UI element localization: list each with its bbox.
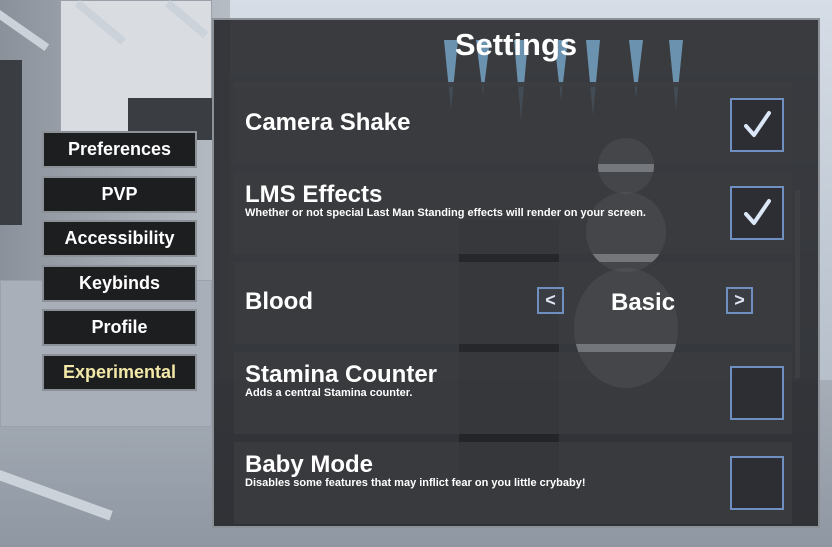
setting-row-lms-effects: LMS Effects Whether or not special Last … (234, 172, 792, 254)
player-avatar (459, 220, 559, 480)
panel-scrollbar[interactable] (795, 190, 800, 378)
tab-preferences[interactable]: Preferences (42, 131, 197, 168)
setting-description: Whether or not special Last Man Standing… (245, 207, 646, 219)
settings-panel: Settings Camera Shake LMS Effects Whethe… (212, 18, 820, 528)
tab-accessibility[interactable]: Accessibility (42, 220, 197, 257)
chevron-right-icon: > (734, 290, 745, 310)
page-title: Settings (454, 27, 578, 62)
scene-block (0, 60, 22, 225)
setting-label: Baby Mode (245, 451, 374, 478)
setting-description: Adds a central Stamina counter. (245, 387, 413, 399)
setting-label: Blood (245, 288, 313, 315)
camera-shake-checkbox[interactable] (730, 98, 784, 152)
setting-row-stamina-counter: Stamina Counter Adds a central Stamina c… (234, 352, 792, 434)
checkmark-icon (744, 111, 771, 137)
setting-row-camera-shake: Camera Shake (234, 82, 792, 164)
checkmark-icon (744, 199, 771, 225)
setting-label: Camera Shake (245, 109, 411, 136)
setting-row-blood: Blood < Basic > (234, 262, 792, 344)
setting-row-baby-mode: Baby Mode Disables some features that ma… (234, 442, 792, 524)
tab-profile[interactable]: Profile (42, 309, 197, 346)
tab-keybinds[interactable]: Keybinds (42, 264, 197, 302)
baby-mode-checkbox[interactable] (730, 456, 784, 510)
settings-sidebar: Preferences PVP Accessibility Keybinds P… (42, 131, 197, 398)
setting-label: LMS Effects (245, 181, 383, 208)
lms-effects-checkbox[interactable] (730, 186, 784, 240)
tab-experimental[interactable]: Experimental (42, 353, 197, 391)
setting-label: Stamina Counter (245, 361, 438, 388)
blood-prev-button[interactable]: < (537, 287, 564, 314)
blood-value: Basic (611, 289, 676, 316)
blood-next-button[interactable]: > (726, 287, 753, 314)
tab-pvp[interactable]: PVP (42, 175, 197, 213)
stamina-counter-checkbox[interactable] (730, 366, 784, 420)
setting-description: Disables some features that may inflict … (245, 477, 586, 489)
chevron-left-icon: < (545, 290, 556, 310)
